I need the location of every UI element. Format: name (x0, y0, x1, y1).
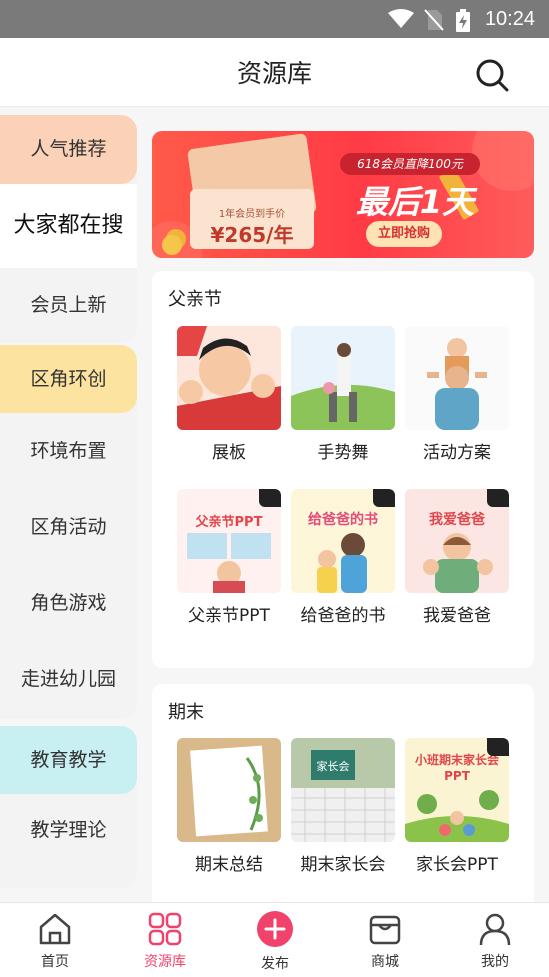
bottom-tab-bar: 首页 资源库 发布 商城 我的 (0, 902, 549, 977)
search-icon[interactable] (474, 57, 510, 93)
sidebar-item-kindergarten[interactable]: 走进幼儿园 (0, 641, 137, 717)
status-time: 10:24 (484, 8, 535, 30)
resource-tile[interactable]: 我爱爸爸 我爱爸爸 (405, 489, 509, 626)
resource-tile[interactable]: 手势舞 (291, 326, 395, 463)
banner-price-note: 1年会员到手价 (218, 209, 286, 220)
cover-text: 家长会 (316, 760, 350, 773)
tile-label: 活动方案 (423, 443, 491, 463)
tab-label: 首页 (41, 954, 69, 970)
banner-cta[interactable]: 立即抢购 (366, 221, 442, 247)
tab-label: 资源库 (144, 954, 186, 970)
thumbnail: 给爸爸的书 (291, 489, 395, 593)
resource-tile[interactable]: 小班期末家长会 PPT 家长会PPT (405, 738, 509, 875)
thumbnail (177, 738, 281, 842)
sidebar-group-corner-env: 区角环创 环境布置 区角活动 角色游戏 走进幼儿园 (0, 345, 137, 719)
tab-label: 我的 (481, 954, 509, 970)
vip-badge-icon (373, 489, 395, 507)
promo-banner[interactable]: 618会员直降100元 最后1天 立即抢购 1年会员到手价 ¥265/年 (152, 131, 534, 258)
banner-promo-line: 618会员直降100元 (340, 153, 480, 175)
sidebar-item-corner-env[interactable]: 区角环创 (0, 345, 137, 413)
resource-tile[interactable]: 活动方案 (405, 326, 509, 463)
sidebar-item-popular[interactable]: 人气推荐 (0, 115, 137, 184)
store-icon (369, 915, 401, 945)
tab-resource-library[interactable]: 资源库 (110, 903, 220, 977)
user-icon (479, 913, 511, 946)
sidebar-item-member-new[interactable]: 会员上新 (0, 268, 137, 343)
thumbnail: 家长会 (291, 738, 395, 842)
tile-label: 期末总结 (195, 855, 263, 875)
resource-tile[interactable]: 家长会 期末家长会 (291, 738, 395, 875)
thumbnail: 小班期末家长会 PPT (405, 738, 509, 842)
top-app-bar: 资源库 (0, 38, 549, 107)
resource-tile[interactable]: 给爸爸的书 给爸爸的书 (291, 489, 395, 626)
tile-label: 家长会PPT (416, 855, 498, 875)
thumbnail: 父亲节PPT (177, 489, 281, 593)
resource-content: 618会员直降100元 最后1天 立即抢购 1年会员到手价 ¥265/年 父亲节… (140, 107, 549, 902)
section-title: 父亲节 (168, 289, 222, 310)
resource-tile[interactable]: 期末总结 (177, 738, 281, 875)
vip-badge-icon (259, 489, 281, 507)
resource-tile[interactable]: 父亲节PPT 父亲节PPT (177, 489, 281, 626)
tile-label: 期末家长会 (300, 855, 386, 875)
tile-label: 手势舞 (317, 443, 369, 463)
banner-headline: 最后1天 (355, 183, 475, 221)
sidebar-group-teaching: 教育教学 教学理论 (0, 726, 137, 888)
sidebar-item-environment[interactable]: 环境布置 (0, 413, 137, 489)
sidebar-group-popular: 人气推荐 大家都在搜 会员上新 (0, 115, 137, 343)
tab-label: 商城 (371, 954, 399, 970)
sidebar-item-theory[interactable]: 教学理论 (0, 794, 137, 866)
tile-label: 展板 (212, 443, 246, 463)
banner-price: ¥265/年 (210, 223, 294, 247)
thumbnail (177, 326, 281, 430)
plus-icon (257, 911, 293, 947)
vip-badge-icon (487, 489, 509, 507)
sidebar-item-trending-search[interactable]: 大家都在搜 (0, 184, 137, 268)
wifi-icon (388, 9, 414, 28)
tab-profile[interactable]: 我的 (440, 903, 549, 977)
thumbnail (405, 326, 509, 430)
tile-label: 父亲节PPT (188, 606, 270, 626)
resource-tile[interactable]: 展板 (177, 326, 281, 463)
home-icon (39, 913, 71, 945)
sidebar-item-corner-activity[interactable]: 区角活动 (0, 489, 137, 565)
section-card-end-of-term: 期末 期末总结 家长会 期末家长会 小班期末家长会 PPT 家长会PPT (152, 684, 534, 902)
tile-label: 给爸爸的书 (300, 606, 386, 626)
tab-label: 发布 (261, 956, 289, 972)
tab-publish[interactable]: 发布 (220, 903, 330, 977)
section-title: 期末 (168, 702, 204, 723)
grid-icon (148, 912, 182, 946)
sidebar-item-teaching[interactable]: 教育教学 (0, 726, 137, 794)
no-sim-icon (424, 9, 444, 31)
sidebar-item-role-play[interactable]: 角色游戏 (0, 565, 137, 641)
tab-home[interactable]: 首页 (0, 903, 110, 977)
thumbnail (291, 326, 395, 430)
tab-store[interactable]: 商城 (330, 903, 440, 977)
vip-badge-icon (487, 738, 509, 756)
tile-label: 我爱爸爸 (423, 606, 491, 626)
category-sidebar: 人气推荐 大家都在搜 会员上新 区角环创 环境布置 区角活动 角色游戏 走进幼儿… (0, 107, 140, 902)
status-bar: 10:24 (0, 0, 549, 38)
battery-charging-icon (456, 9, 470, 32)
page-title: 资源库 (236, 59, 312, 88)
section-card-fathers-day: 父亲节 展板 手势舞 活动方案 父亲节PPT 父亲节PPT 给爸爸的书 给爸爸的… (152, 271, 534, 668)
thumbnail: 我爱爸爸 (405, 489, 509, 593)
